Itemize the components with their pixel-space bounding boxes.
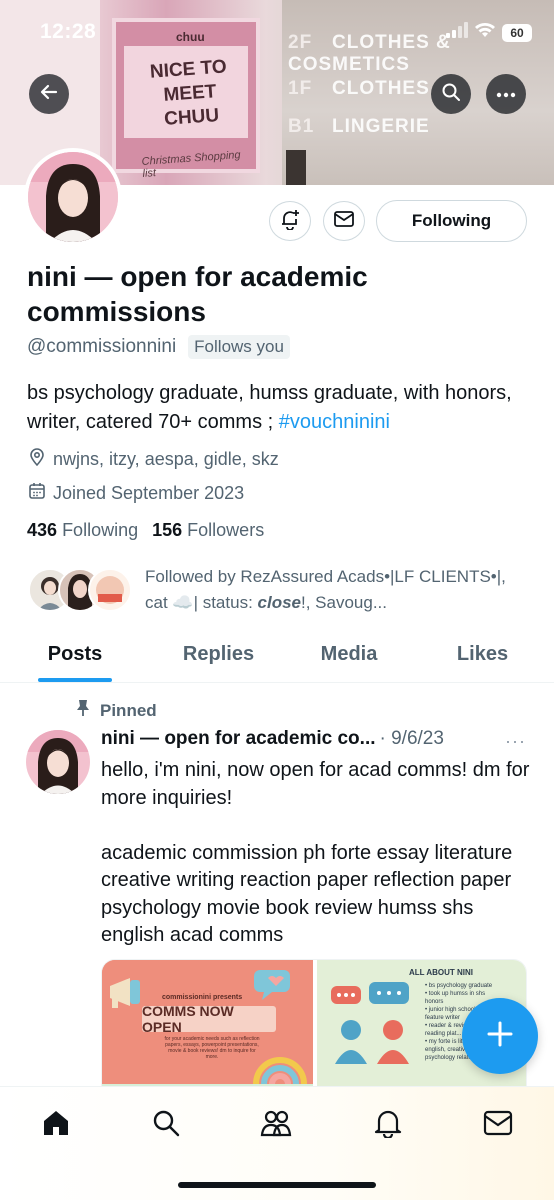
comms-presents-text: commissionini presents bbox=[162, 994, 243, 1001]
post-header: nini — open for academic co... · 9/6/23 bbox=[101, 728, 531, 750]
message-button[interactable] bbox=[323, 201, 365, 241]
notifications-toggle-button[interactable] bbox=[269, 201, 311, 241]
back-arrow-icon bbox=[39, 82, 59, 107]
post-author-avatar[interactable] bbox=[26, 730, 90, 794]
more-dots-icon bbox=[496, 85, 516, 103]
following-stat[interactable]: 436 Following bbox=[27, 520, 138, 541]
compose-button[interactable] bbox=[462, 998, 538, 1074]
profile-avatar[interactable] bbox=[24, 148, 122, 246]
tab-likes[interactable]: Likes bbox=[411, 626, 554, 682]
comms-description: for your academic needs such as reflecti… bbox=[164, 1036, 260, 1060]
display-name: nini — open for academic commissions bbox=[27, 261, 368, 327]
post-author-name[interactable]: nini — open for academic co... bbox=[101, 728, 376, 750]
home-indicator bbox=[178, 1182, 376, 1188]
post-text: hello, i'm nini, now open for acad comms… bbox=[101, 759, 530, 946]
joined-text: Joined September 2023 bbox=[53, 483, 245, 503]
status-time: 12:28 bbox=[40, 20, 97, 43]
follower-avatar bbox=[88, 568, 132, 612]
joined-row: Joined September 2023 bbox=[27, 481, 244, 506]
active-tab-indicator bbox=[38, 678, 112, 682]
profile-tabs: Posts Replies Media Likes bbox=[0, 626, 554, 683]
followers-stat[interactable]: 156 Followers bbox=[152, 520, 264, 541]
location-text: nwjns, itzy, aespa, gidle, skz bbox=[53, 449, 279, 469]
handle-row: @commissionnini Follows you bbox=[27, 335, 290, 359]
search-icon bbox=[441, 82, 461, 107]
follow-stats: 436 Following 156 Followers bbox=[27, 520, 264, 541]
followed-by-text: Followed by RezAssured Acads•|LF CLIENTS… bbox=[145, 567, 506, 612]
handle: @commissionnini bbox=[27, 336, 177, 357]
pinned-indicator: Pinned bbox=[76, 699, 157, 722]
post-date[interactable]: · 9/6/23 bbox=[380, 728, 444, 750]
calendar-icon bbox=[27, 481, 47, 506]
bio: bs psychology graduate, humss graduate, … bbox=[27, 382, 512, 433]
about-nini-title: ALL ABOUT NINI bbox=[409, 968, 473, 977]
post-more-button[interactable]: ··· bbox=[505, 731, 526, 752]
rainbow-icon bbox=[253, 1057, 307, 1084]
people-chat-illustration bbox=[331, 982, 409, 1064]
tab-posts[interactable]: Posts bbox=[0, 626, 150, 682]
battery-icon: 60 bbox=[502, 23, 532, 42]
back-button[interactable] bbox=[29, 74, 69, 114]
plus-icon bbox=[486, 1020, 514, 1053]
location-pin-icon bbox=[27, 447, 47, 472]
follows-you-badge: Follows you bbox=[188, 335, 290, 359]
more-options-button[interactable] bbox=[486, 74, 526, 114]
tab-replies[interactable]: Replies bbox=[150, 626, 287, 682]
banner-sign-text: NICE TO MEET CHUU bbox=[149, 56, 228, 130]
envelope-icon bbox=[333, 210, 355, 233]
profile-search-button[interactable] bbox=[431, 74, 471, 114]
pinned-label: Pinned bbox=[100, 700, 157, 720]
tab-media[interactable]: Media bbox=[287, 626, 411, 682]
bell-plus-icon bbox=[279, 208, 301, 235]
banner-sign-sub: Christmas Shopping list bbox=[141, 149, 241, 180]
signal-icon bbox=[446, 22, 468, 43]
status-bar: 12:28 60 bbox=[0, 0, 554, 60]
search-icon[interactable] bbox=[150, 1107, 182, 1139]
home-icon[interactable] bbox=[40, 1107, 72, 1139]
communities-icon[interactable] bbox=[260, 1107, 292, 1139]
speech-bubble-icon bbox=[254, 970, 290, 1000]
location-row: nwjns, itzy, aespa, gidle, skz bbox=[27, 447, 279, 472]
wifi-icon bbox=[474, 22, 496, 43]
followed-by-row[interactable]: Followed by RezAssured Acads•|LF CLIENTS… bbox=[28, 564, 528, 620]
notifications-icon[interactable] bbox=[372, 1107, 404, 1139]
messages-icon[interactable] bbox=[482, 1107, 514, 1139]
bio-hashtag-link[interactable]: #vouchninini bbox=[279, 411, 390, 433]
pin-icon bbox=[76, 699, 90, 722]
comms-now-open-title: COMMS NOW OPEN bbox=[142, 1003, 276, 1035]
following-button[interactable]: Following bbox=[376, 200, 527, 242]
